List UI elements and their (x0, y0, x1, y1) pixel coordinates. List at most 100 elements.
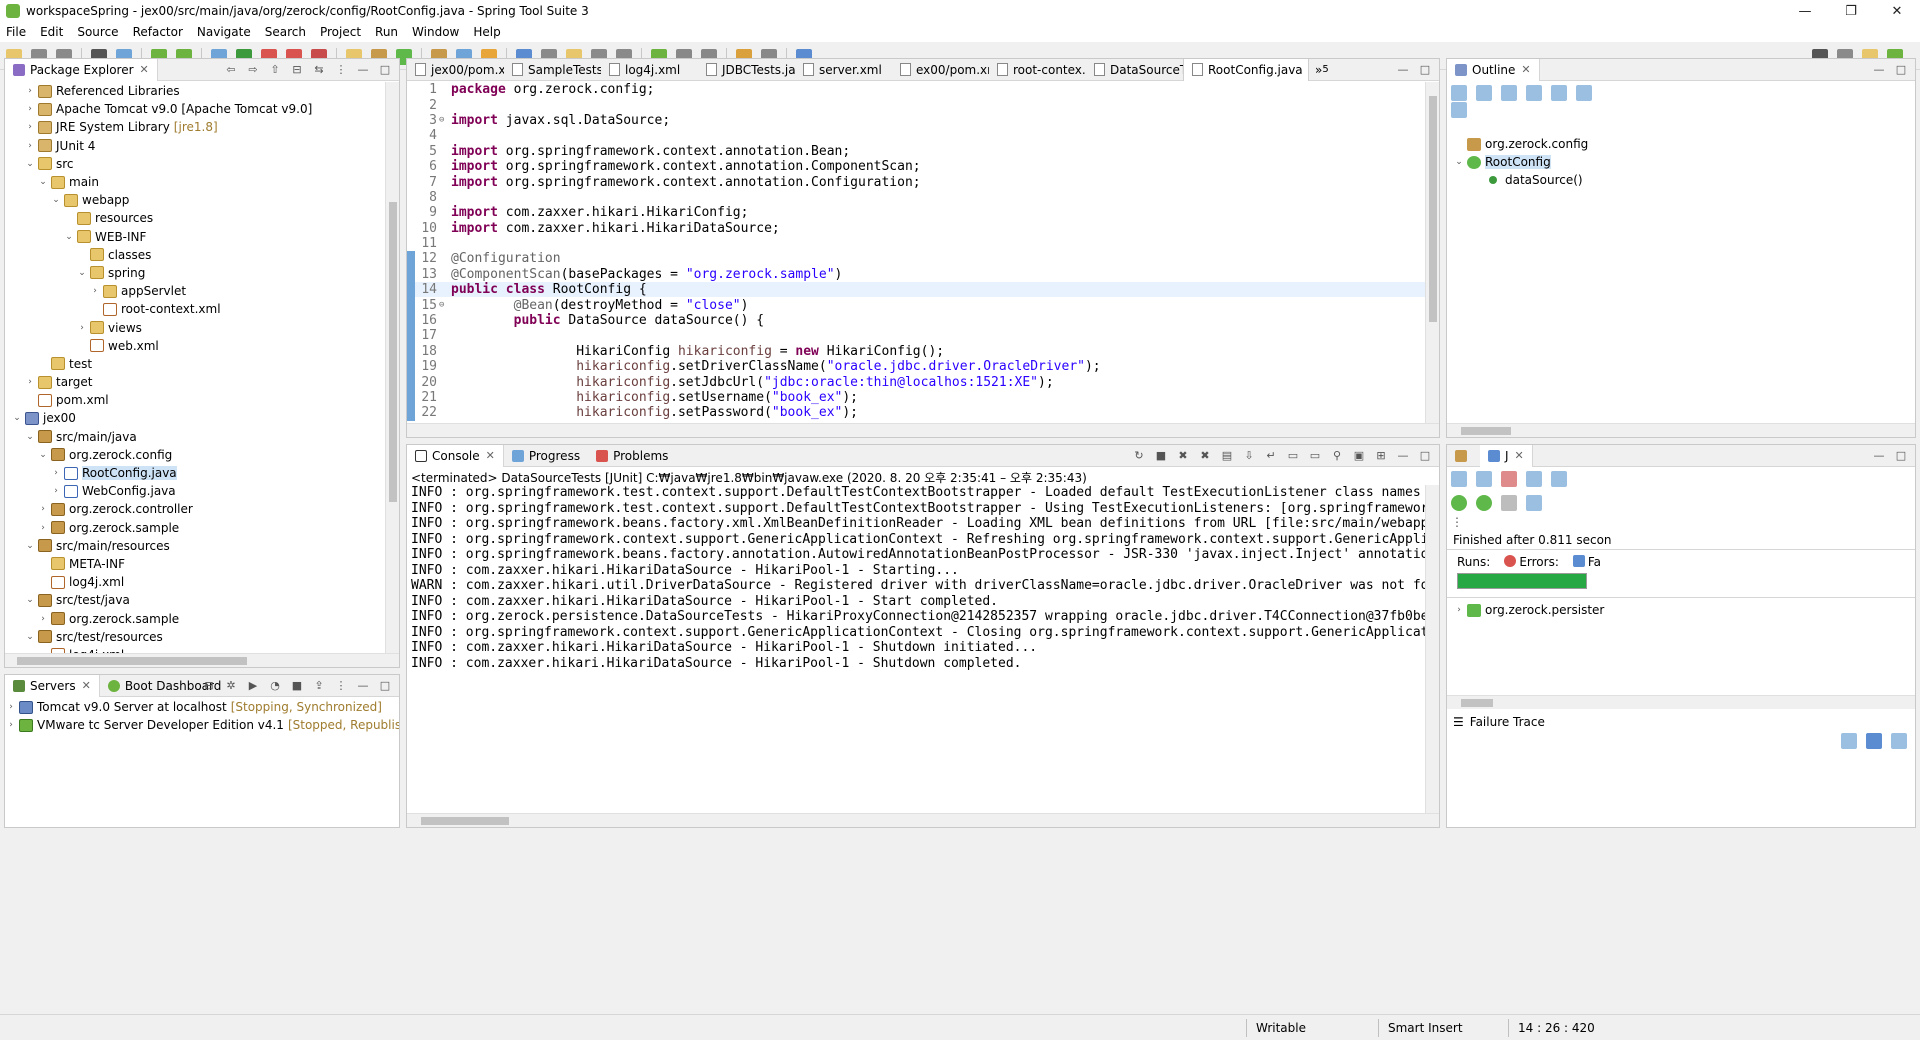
expand-toggle[interactable]: ⌄ (24, 595, 36, 605)
tree-item[interactable]: › Referenced Libraries (5, 82, 385, 100)
scroll-thumb[interactable] (421, 817, 509, 825)
maximize-view-icon[interactable]: □ (1893, 448, 1909, 464)
junit-hscroll[interactable] (1447, 695, 1915, 709)
hide-static-icon[interactable] (1526, 85, 1542, 101)
word-wrap-icon[interactable]: ↵ (1263, 448, 1279, 464)
code-line[interactable]: 2 (407, 97, 1425, 113)
menu-project[interactable]: Project (320, 25, 361, 39)
code-line[interactable]: 10 import com.zaxxer.hikari.HikariDataSou… (407, 221, 1425, 236)
close-tab-icon[interactable]: ✕ (1521, 63, 1530, 76)
tab-package-explorer[interactable]: Package Explorer ✕ (5, 59, 158, 81)
expand-toggle[interactable]: › (50, 468, 62, 478)
terminate-icon[interactable]: ■ (1153, 448, 1169, 464)
expand-toggle[interactable]: › (37, 614, 49, 624)
collapse-all-icon[interactable] (1451, 85, 1467, 101)
code-line[interactable]: 22 hikariconfig.setPassword("book_ex"); (407, 405, 1425, 421)
code-line[interactable]: 21 hikariconfig.setUsername("book_ex"); (407, 389, 1425, 406)
forward-icon[interactable]: ⇨ (245, 62, 261, 78)
menu-run[interactable]: Run (375, 25, 398, 39)
tree-item[interactable]: › views (5, 318, 385, 336)
code-line[interactable]: 9 import com.zaxxer.hikari.HikariConfig; (407, 205, 1425, 220)
menu-refactor[interactable]: Refactor (133, 25, 183, 39)
scroll-thumb[interactable] (1461, 699, 1493, 707)
tree-item[interactable]: web.xml (5, 337, 385, 355)
link-editor-icon[interactable]: ⇆ (311, 62, 327, 78)
code-line[interactable]: 16 public DataSource dataSource() { (407, 312, 1425, 329)
menu-file[interactable]: File (6, 25, 26, 39)
stop-icon[interactable] (1501, 495, 1517, 511)
scroll-lock-icon[interactable]: ⇩ (1241, 448, 1257, 464)
scroll-thumb[interactable] (17, 657, 247, 665)
minimize-view-icon[interactable]: — (1395, 448, 1411, 464)
editor-tab[interactable]: server.xml (795, 59, 892, 81)
clear-console-icon[interactable]: ▤ (1219, 448, 1235, 464)
tree-item[interactable]: ⌄ jex00 (5, 409, 385, 427)
show-stdout-icon[interactable]: ▭ (1285, 448, 1301, 464)
code-line[interactable]: 13 @ComponentScan(basePackages = "org.zer… (407, 266, 1425, 283)
code-line[interactable]: 5 import org.springframework.context.anno… (407, 144, 1425, 159)
menu-search[interactable]: Search (265, 25, 306, 39)
expand-toggle[interactable]: ⌄ (63, 232, 75, 242)
maximize-view-icon[interactable]: □ (1893, 62, 1909, 78)
tree-item[interactable]: › org.zerock.controller (5, 500, 385, 518)
outline-item[interactable]: org.zerock.config (1447, 135, 1915, 153)
close-tab-icon[interactable]: ✕ (82, 679, 91, 692)
code-line[interactable]: 6 import org.springframework.context.anno… (407, 159, 1425, 174)
editor-tab[interactable]: SampleTests.... (504, 59, 601, 81)
outline-item[interactable]: dataSource() (1447, 171, 1915, 189)
expand-toggle[interactable]: › (24, 122, 36, 132)
expand-toggle[interactable]: ⌄ (76, 268, 88, 278)
tree-item[interactable]: ⌄ src/main/java (5, 428, 385, 446)
expand-toggle[interactable]: › (50, 486, 62, 496)
tree-item[interactable]: ⌄ org.zerock.config (5, 446, 385, 464)
code-line[interactable]: 12 @Configuration (407, 251, 1425, 267)
outline-hscroll[interactable] (1447, 423, 1915, 437)
expand-toggle[interactable]: ⌄ (37, 450, 49, 460)
copy-trace-icon[interactable] (1891, 733, 1907, 749)
tab-junit[interactable]: J ✕ (1480, 445, 1533, 467)
menu-navigate[interactable]: Navigate (197, 25, 251, 39)
expand-toggle[interactable]: › (5, 702, 17, 712)
scroll-thumb[interactable] (1461, 427, 1511, 435)
minimize-view-icon[interactable]: — (1871, 448, 1887, 464)
tree-item[interactable]: › target (5, 373, 385, 391)
editor-tab[interactable]: root-contex... (989, 59, 1086, 81)
collapse-all-icon[interactable]: ⊟ (289, 62, 305, 78)
scroll-lock-icon[interactable] (1551, 471, 1567, 487)
hide-fields-icon[interactable] (1501, 85, 1517, 101)
fold-icon[interactable]: ⊖ (439, 300, 447, 310)
minimize-view-icon[interactable]: — (355, 678, 371, 694)
package-explorer-hscroll[interactable] (5, 653, 399, 667)
pin-console-icon[interactable]: ⚲ (1329, 448, 1345, 464)
code-line[interactable]: 20 hikariconfig.setJdbcUrl("jdbc:oracle:… (407, 374, 1425, 390)
code-line[interactable]: 1 package org.zerock.config; (407, 82, 1425, 97)
menu-source[interactable]: Source (77, 25, 118, 39)
tab-progress[interactable]: Progress (504, 445, 588, 467)
expand-toggle[interactable]: › (1453, 605, 1465, 615)
maximize-view-icon[interactable]: □ (1417, 62, 1433, 78)
expand-toggle[interactable]: › (24, 377, 36, 387)
maximize-view-icon[interactable]: □ (1417, 448, 1433, 464)
close-tab-icon[interactable]: ✕ (140, 63, 149, 76)
refresh-icon[interactable]: ↻ (1131, 448, 1147, 464)
editor-vscroll[interactable] (1425, 82, 1439, 423)
menu-window[interactable]: Window (412, 25, 459, 39)
tab-overflow-button[interactable]: » 5 (1309, 63, 1329, 77)
history-icon[interactable] (1526, 495, 1542, 511)
view-menu-icon[interactable]: ⋮ (333, 678, 349, 694)
minimize-button[interactable]: — (1782, 0, 1828, 22)
expand-toggle[interactable]: ⌄ (24, 432, 36, 442)
expand-toggle[interactable]: ⌄ (37, 177, 49, 187)
maximize-view-icon[interactable]: □ (377, 62, 393, 78)
display-console-icon[interactable]: ▣ (1351, 448, 1367, 464)
tree-item[interactable]: resources (5, 209, 385, 227)
expand-toggle[interactable]: ⌄ (24, 159, 36, 169)
editor-tab[interactable]: JDBCTests.java (698, 59, 795, 81)
tree-item[interactable]: › JRE System Library [jre1.8] (5, 118, 385, 136)
junit-test-item[interactable]: › org.zerock.persister (1453, 601, 1604, 619)
tree-item[interactable]: ⌄ webapp (5, 191, 385, 209)
tree-item[interactable]: log4j.xml (5, 646, 385, 653)
expand-toggle[interactable]: › (37, 523, 49, 533)
tree-item[interactable]: root-context.xml (5, 300, 385, 318)
tab-servers[interactable]: Servers ✕ (5, 675, 100, 697)
